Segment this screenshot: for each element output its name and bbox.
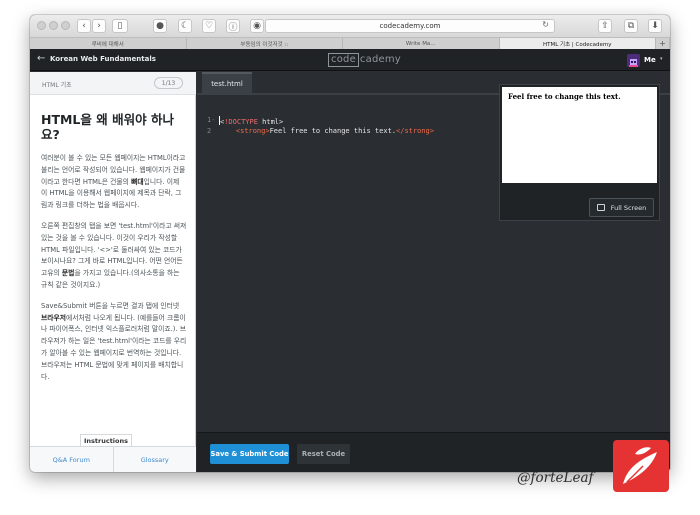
url-text: codecademy.com [379, 22, 441, 30]
share-icon[interactable]: ⇧ [598, 19, 612, 33]
new-tab-button[interactable]: + [656, 38, 670, 49]
fullscreen-button[interactable]: Full Screen [589, 198, 654, 217]
browser-tab[interactable]: Write Ma... [343, 38, 500, 49]
help-links: Q&A Forum Glossary [30, 446, 196, 472]
lesson-content: HTML을 왜 배워야 하나요? 여러분이 볼 수 있는 모든 웹페이지는 HT… [41, 112, 187, 392]
extension-icon-1[interactable]: ● [153, 19, 167, 33]
app-header: ← Korean Web Fundamentals code cademy Me… [30, 49, 670, 71]
back-arrow-icon[interactable]: ← [37, 53, 45, 64]
browser-tab-bar: 루비에 대해서 부동임의 이것저것 :: Write Ma... HTML 기초… [30, 37, 670, 49]
extension-icon-4[interactable]: ◉ [250, 19, 264, 33]
reload-icon[interactable]: ↻ [542, 20, 549, 29]
lesson-paragraph: 여러분이 볼 수 있는 모든 웹페이지는 HTML이라고 불리는 언어로 작성되… [41, 154, 186, 210]
browser-tab[interactable]: 부동임의 이것저것 :: [187, 38, 343, 49]
line-number: 1- [207, 116, 216, 124]
preview-text: Feel free to change this text. [508, 92, 621, 101]
bold-term: 브라우저 [41, 313, 67, 322]
watermark-text: @forteLeaf [517, 470, 594, 486]
avatar-icon[interactable] [627, 54, 640, 67]
pocket-icon[interactable]: ♡ [202, 19, 216, 33]
result-preview: Feel free to change this text. Full Scre… [499, 84, 660, 221]
save-submit-button[interactable]: Save & Submit Code [210, 444, 289, 464]
forward-icon[interactable]: › [92, 19, 106, 33]
browser-window: ‹ › ▯ ● ☾ ♡ ⓘ ◉ codecademy.com ↻ ⇧ ⧉ ⬇ 루… [30, 15, 670, 472]
reset-code-button[interactable]: Reset Code [297, 444, 350, 464]
fullscreen-icon [596, 204, 605, 211]
extension-icon-2[interactable]: ☾ [178, 19, 192, 33]
preview-page[interactable]: Feel free to change this text. [502, 87, 657, 183]
lesson-heading: HTML을 왜 배워야 하나요? [41, 112, 174, 142]
line-number: 2 [207, 127, 212, 135]
bold-term: 뼈대 [131, 177, 144, 186]
extension-icon-3[interactable]: ⓘ [226, 19, 240, 33]
browser-tab-active[interactable]: HTML 기초 | Codecademy [499, 38, 656, 49]
download-icon[interactable]: ⬇ [648, 19, 662, 33]
instructions-panel: HTML 기초 1/13 HTML을 왜 배워야 하나요? 여러분이 볼 수 있… [30, 72, 196, 472]
glossary-link[interactable]: Glossary [112, 447, 197, 472]
editor-action-bar: Save & Submit Code Reset Code [197, 432, 670, 472]
fullscreen-label: Full Screen [610, 203, 647, 212]
codecademy-logo[interactable]: code cademy [328, 53, 401, 67]
logo-rest-part: cademy [359, 54, 401, 65]
leaf-logo [613, 440, 669, 492]
code-line-1[interactable]: <!DOCTYPE html> [219, 116, 283, 126]
logo-code-part: code [328, 53, 359, 67]
browser-toolbar: ‹ › ▯ ● ☾ ♡ ⓘ ◉ codecademy.com ↻ ⇧ ⧉ ⬇ [30, 15, 670, 37]
browser-tab[interactable]: 루비에 대해서 [30, 38, 187, 49]
lesson-progress-badge[interactable]: 1/13 [154, 77, 183, 89]
sidebar-icon[interactable]: ▯ [112, 19, 128, 33]
lesson-paragraph: Save&Submit 버튼을 누르면 결과 탭에 인터넷 브라우저에서처럼 나… [41, 301, 187, 381]
user-menu-label[interactable]: Me [644, 56, 656, 64]
close-window-button[interactable] [37, 21, 46, 30]
bold-term: 문법 [61, 269, 75, 278]
qa-forum-link[interactable]: Q&A Forum [30, 447, 113, 472]
address-bar[interactable]: codecademy.com ↻ [265, 19, 555, 33]
chevron-down-icon[interactable]: ▾ [660, 56, 663, 62]
lesson-paragraph: 오른쪽 편집창의 탭을 보면 'test.html'이라고 써져있는 것을 볼 … [41, 221, 187, 289]
minimize-window-button[interactable] [49, 21, 58, 30]
zoom-window-button[interactable] [61, 21, 70, 30]
lesson-label: HTML 기초 [42, 82, 72, 89]
code-editor[interactable]: test.html 1- <!DOCTYPE html> 2 <strong>F… [197, 72, 670, 472]
text-cursor [219, 116, 220, 125]
code-line-2[interactable]: <strong>Feel free to change this text.</… [219, 127, 434, 135]
file-tab[interactable]: test.html [202, 72, 252, 93]
course-title[interactable]: Korean Web Fundamentals [50, 55, 156, 63]
back-icon[interactable]: ‹ [77, 19, 91, 33]
lesson-header: HTML 기초 1/13 [30, 72, 196, 95]
tabs-icon[interactable]: ⧉ [624, 19, 638, 33]
